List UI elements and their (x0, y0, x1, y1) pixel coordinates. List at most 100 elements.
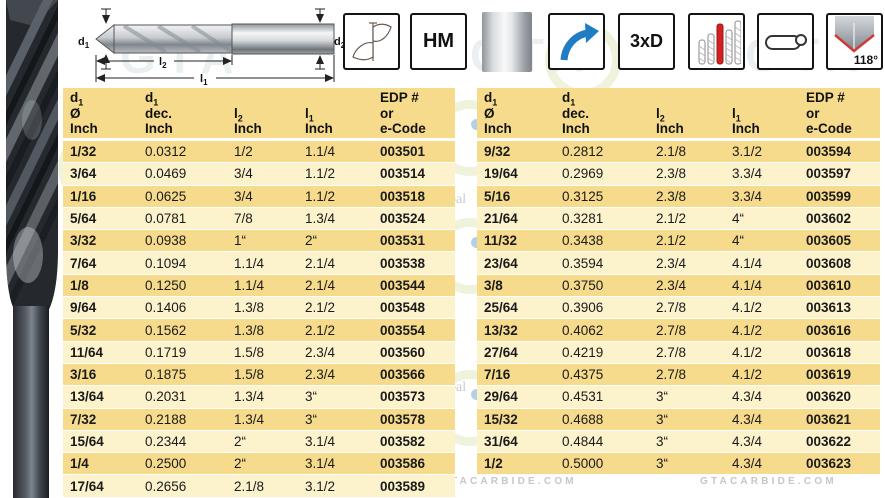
blank-outline-icon (762, 18, 810, 66)
cell-d1-dec: 0.2656 (138, 479, 227, 494)
cell-d1-inch: 1/16 (63, 189, 138, 204)
table-row: 23/640.35942.3/44.1/4003608 (477, 251, 880, 273)
cell-d1-inch: 31/64 (477, 434, 555, 449)
3xd-label: 3xD (630, 31, 663, 52)
cell-d1-dec: 0.3125 (555, 189, 649, 204)
table-row: 3/640.04693/41.1/2003514 (63, 162, 455, 184)
svg-text:d1: d1 (78, 36, 90, 50)
cell-l2-inch: 2.3/8 (649, 189, 725, 204)
column-header: d1dec.Inch (138, 88, 227, 138)
cell-l2-inch: 2.7/8 (649, 367, 725, 382)
cell-l1-inch: 2“ (298, 233, 373, 248)
cell-edp: 003618 (799, 345, 880, 360)
cell-d1-inch: 1/4 (63, 456, 138, 471)
cell-l1-inch: 4.3/4 (725, 456, 799, 471)
cell-d1-inch: 3/64 (63, 166, 138, 181)
cell-l1-inch: 3“ (298, 412, 373, 427)
cell-d1-dec: 0.4375 (555, 367, 649, 382)
cell-l1-inch: 4.3/4 (725, 389, 799, 404)
table-row: 13/320.40622.7/84.1/2003616 (477, 318, 880, 340)
cell-d1-inch: 19/64 (477, 166, 555, 181)
column-header: d1ØInch (477, 88, 555, 138)
cylinder-shank-image (482, 12, 532, 72)
cell-d1-inch: 3/32 (63, 233, 138, 248)
column-header: EDP #ore-Code (373, 88, 455, 138)
cell-l2-inch: 1.5/8 (227, 345, 298, 360)
table-row: 31/640.48443“4.3/4003622 (477, 430, 880, 452)
cell-l1-inch: 3.1/2 (298, 479, 373, 494)
cell-l2-inch: 2.1/8 (227, 479, 298, 494)
label-d1: d (78, 36, 85, 48)
cell-l1-inch: 4.3/4 (725, 412, 799, 427)
cell-d1-dec: 0.2031 (138, 389, 227, 404)
cell-l1-inch: 4.1/2 (725, 367, 799, 382)
cell-d1-dec: 0.5000 (555, 456, 649, 471)
size-range-icon (688, 13, 745, 70)
catalog-page: GTA GTA GTA Global GTA Global GTA GTACAR… (0, 0, 885, 498)
cell-d1-dec: 0.3594 (555, 256, 649, 271)
cell-d1-inch: 15/64 (63, 434, 138, 449)
cell-edp: 003548 (373, 300, 455, 315)
cell-edp: 003573 (373, 389, 455, 404)
watermark-site-url: GTACARBIDE.COM (700, 476, 837, 487)
watermark-site-url: GTACARBIDE.COM (440, 476, 577, 487)
table-row: 7/320.21881.3/43“003578 (63, 408, 455, 430)
cell-d1-dec: 0.0312 (138, 144, 227, 159)
cell-l2-inch: 2.3/4 (649, 278, 725, 293)
cell-edp: 003616 (799, 323, 880, 338)
cell-edp: 003620 (799, 389, 880, 404)
drill-set-icon (693, 18, 741, 66)
size-table-right: d1ØInchd1dec.Inch l2Inch l1InchEDP #ore-… (477, 88, 880, 474)
label-d2: d (334, 36, 341, 48)
cell-l1-inch: 2.1/2 (298, 300, 373, 315)
point-angle-drawing: 118° (828, 15, 881, 68)
cell-l2-inch: 3/4 (227, 189, 298, 204)
table-row: 15/640.23442“3.1/4003582 (63, 430, 455, 452)
cell-d1-inch: 15/32 (477, 412, 555, 427)
cell-d1-inch: 9/64 (63, 300, 138, 315)
cell-edp: 003501 (373, 144, 455, 159)
cell-l2-inch: 7/8 (227, 211, 298, 226)
point-angle-label: 118° (854, 53, 878, 67)
table-row: 3/80.37502.3/44.1/4003610 (477, 274, 880, 296)
table-row: 7/160.43752.7/84.1/2003619 (477, 363, 880, 385)
cell-l2-inch: 3/4 (227, 166, 298, 181)
cell-edp: 003623 (799, 456, 880, 471)
cell-edp: 003514 (373, 166, 455, 181)
cell-d1-inch: 27/64 (477, 345, 555, 360)
table-row: 27/640.42192.7/84.1/2003618 (477, 341, 880, 363)
cell-edp: 003518 (373, 189, 455, 204)
cell-edp: 003613 (799, 300, 880, 315)
cell-l2-inch: 1.3/4 (227, 412, 298, 427)
cell-edp: 003566 (373, 367, 455, 382)
column-header: d1dec.Inch (555, 88, 649, 138)
table-row: 1/80.12501.1/42.1/4003544 (63, 274, 455, 296)
table-row: 7/640.10941.1/42.1/4003538 (63, 251, 455, 273)
column-header: l2Inch (227, 88, 298, 138)
cell-d1-inch: 5/16 (477, 189, 555, 204)
table-row: 17/640.26562.1/83.1/2003589 (63, 474, 455, 496)
cell-l2-inch: 1/2 (227, 144, 298, 159)
label-l1-sub: 1 (203, 78, 208, 87)
plain-shank-icon (478, 11, 535, 72)
cell-d1-dec: 0.1719 (138, 345, 227, 360)
cell-l1-inch: 1.1/2 (298, 189, 373, 204)
cell-d1-dec: 0.1094 (138, 256, 227, 271)
table-row: 11/320.34382.1/24“003605 (477, 229, 880, 251)
cell-d1-dec: 0.2969 (555, 166, 649, 181)
cell-l1-inch: 4.1/4 (725, 256, 799, 271)
table-row: 9/320.28122.1/83.1/2003594 (477, 140, 880, 162)
cell-d1-dec: 0.3750 (555, 278, 649, 293)
column-header: l1Inch (725, 88, 799, 138)
cell-l1-inch: 3.3/4 (725, 166, 799, 181)
cell-l1-inch: 2.1/4 (298, 256, 373, 271)
cell-d1-inch: 1/32 (63, 144, 138, 159)
cell-d1-inch: 13/32 (477, 323, 555, 338)
cell-l1-inch: 4.1/2 (725, 345, 799, 360)
cell-l1-inch: 4.1/2 (725, 300, 799, 315)
cell-d1-dec: 0.1406 (138, 300, 227, 315)
cell-l1-inch: 3.1/2 (725, 144, 799, 159)
cell-l1-inch: 4.1/2 (725, 323, 799, 338)
table-header-row: d1ØInchd1dec.Inch l2Inch l1InchEDP #ore-… (477, 88, 880, 140)
cell-edp: 003597 (799, 166, 880, 181)
